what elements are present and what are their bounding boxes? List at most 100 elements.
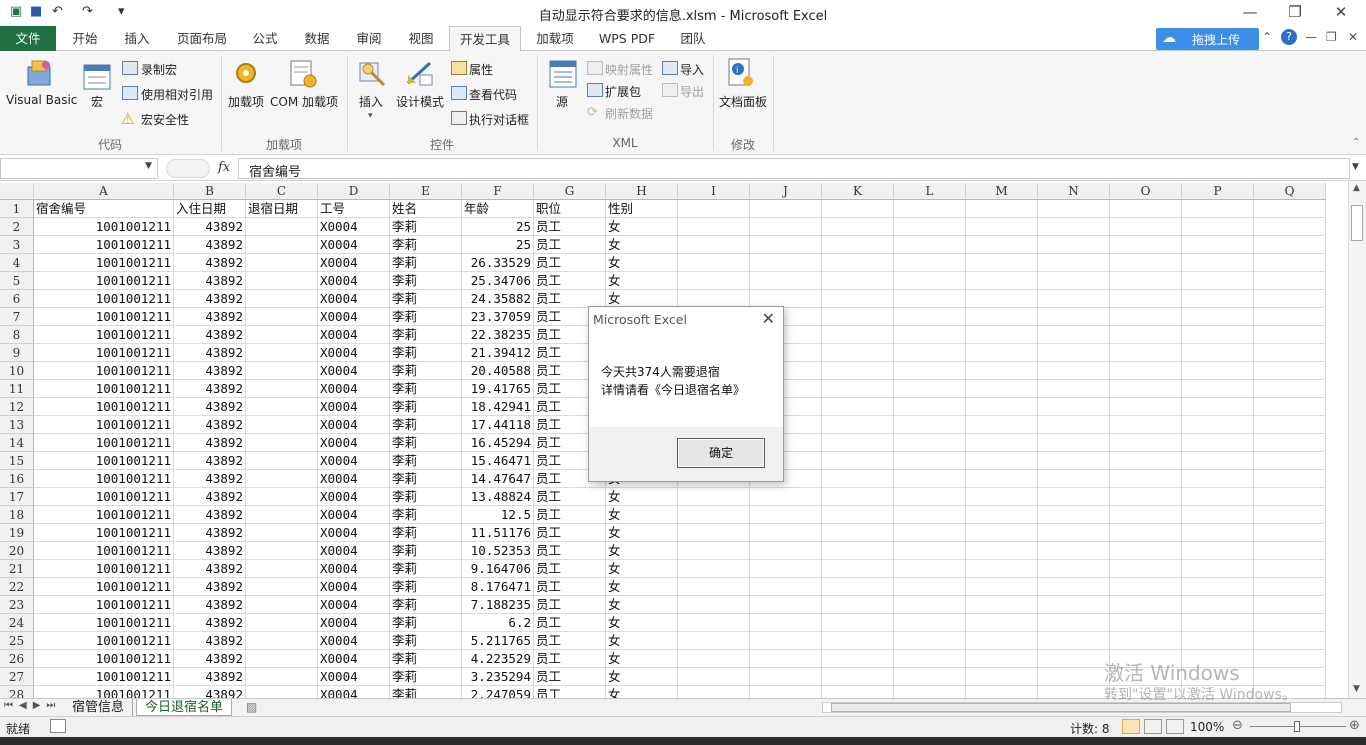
macro-security-button[interactable]: 宏安全性 — [141, 111, 189, 128]
table-cell[interactable] — [750, 488, 822, 506]
row-header[interactable]: 18 — [0, 506, 34, 524]
table-cell[interactable] — [246, 668, 318, 686]
table-cell[interactable]: X0004 — [318, 650, 390, 668]
table-cell[interactable] — [1254, 308, 1326, 326]
table-cell[interactable] — [1110, 506, 1182, 524]
table-cell[interactable] — [1182, 632, 1254, 650]
row-header[interactable]: 4 — [0, 254, 34, 272]
table-cell[interactable]: 李莉 — [390, 614, 462, 632]
table-cell[interactable] — [1182, 614, 1254, 632]
header-cell[interactable]: 性别 — [606, 200, 678, 218]
table-cell[interactable] — [966, 542, 1038, 560]
insert-control-button[interactable]: 插入 — [359, 93, 383, 110]
table-cell[interactable] — [246, 290, 318, 308]
table-cell[interactable]: 李莉 — [390, 452, 462, 470]
table-cell[interactable] — [894, 254, 966, 272]
table-cell[interactable]: 1001001211 — [34, 542, 174, 560]
design-mode-button[interactable]: 设计模式 — [396, 93, 444, 110]
view-code-button[interactable]: 查看代码 — [469, 86, 517, 103]
table-cell[interactable] — [750, 578, 822, 596]
table-cell[interactable] — [678, 614, 750, 632]
table-cell[interactable]: 11.51176 — [462, 524, 534, 542]
table-cell[interactable]: 李莉 — [390, 326, 462, 344]
header-cell[interactable] — [750, 200, 822, 218]
table-cell[interactable] — [750, 668, 822, 686]
tab-view[interactable]: 视图 — [396, 26, 446, 51]
com-addins-button[interactable]: COM 加载项 — [270, 93, 338, 110]
table-cell[interactable] — [246, 560, 318, 578]
table-cell[interactable]: 女 — [606, 272, 678, 290]
table-cell[interactable] — [1038, 578, 1110, 596]
table-cell[interactable] — [750, 254, 822, 272]
table-cell[interactable]: 女 — [606, 560, 678, 578]
table-cell[interactable] — [1182, 218, 1254, 236]
table-cell[interactable]: 李莉 — [390, 668, 462, 686]
header-cell[interactable]: 入住日期 — [174, 200, 246, 218]
table-cell[interactable] — [894, 470, 966, 488]
table-cell[interactable]: 24.35882 — [462, 290, 534, 308]
table-cell[interactable] — [1038, 614, 1110, 632]
table-cell[interactable] — [750, 218, 822, 236]
table-cell[interactable] — [822, 344, 894, 362]
table-cell[interactable] — [750, 542, 822, 560]
table-cell[interactable] — [1182, 452, 1254, 470]
table-cell[interactable]: 1001001211 — [34, 308, 174, 326]
column-header[interactable]: P — [1182, 183, 1254, 200]
table-cell[interactable] — [822, 218, 894, 236]
table-cell[interactable]: 李莉 — [390, 470, 462, 488]
table-cell[interactable] — [966, 452, 1038, 470]
table-cell[interactable]: 10.52353 — [462, 542, 534, 560]
table-cell[interactable] — [1038, 380, 1110, 398]
table-cell[interactable] — [966, 596, 1038, 614]
table-cell[interactable]: X0004 — [318, 470, 390, 488]
table-cell[interactable] — [1038, 416, 1110, 434]
table-cell[interactable]: 李莉 — [390, 254, 462, 272]
table-cell[interactable]: 43892 — [174, 524, 246, 542]
table-cell[interactable] — [246, 596, 318, 614]
table-cell[interactable] — [894, 272, 966, 290]
table-cell[interactable]: X0004 — [318, 668, 390, 686]
row-header[interactable]: 22 — [0, 578, 34, 596]
table-cell[interactable]: 43892 — [174, 668, 246, 686]
table-cell[interactable] — [750, 596, 822, 614]
table-cell[interactable] — [1038, 668, 1110, 686]
table-cell[interactable] — [1038, 434, 1110, 452]
table-cell[interactable] — [1182, 272, 1254, 290]
table-cell[interactable]: 员工 — [534, 506, 606, 524]
table-cell[interactable] — [966, 668, 1038, 686]
table-cell[interactable] — [894, 218, 966, 236]
table-cell[interactable]: 员工 — [534, 524, 606, 542]
table-cell[interactable] — [822, 236, 894, 254]
table-cell[interactable]: 1001001211 — [34, 632, 174, 650]
table-cell[interactable] — [1110, 596, 1182, 614]
table-cell[interactable] — [1254, 290, 1326, 308]
help-icon[interactable]: ? — [1281, 29, 1297, 45]
table-cell[interactable]: 43892 — [174, 470, 246, 488]
table-cell[interactable]: 1001001211 — [34, 290, 174, 308]
page-layout-view-icon[interactable] — [1144, 719, 1162, 734]
table-cell[interactable] — [1254, 380, 1326, 398]
table-cell[interactable] — [822, 308, 894, 326]
table-cell[interactable]: 43892 — [174, 362, 246, 380]
table-cell[interactable] — [246, 434, 318, 452]
table-cell[interactable]: 1001001211 — [34, 650, 174, 668]
table-cell[interactable]: 李莉 — [390, 686, 462, 698]
table-cell[interactable]: 李莉 — [390, 380, 462, 398]
table-cell[interactable] — [1038, 290, 1110, 308]
table-cell[interactable] — [246, 254, 318, 272]
table-cell[interactable]: 女 — [606, 524, 678, 542]
table-cell[interactable] — [678, 560, 750, 578]
table-cell[interactable] — [678, 542, 750, 560]
table-cell[interactable] — [1038, 686, 1110, 698]
table-cell[interactable]: 女 — [606, 596, 678, 614]
table-cell[interactable] — [1254, 632, 1326, 650]
table-cell[interactable] — [1254, 452, 1326, 470]
table-cell[interactable] — [1110, 380, 1182, 398]
table-cell[interactable] — [822, 416, 894, 434]
table-cell[interactable] — [246, 398, 318, 416]
table-cell[interactable]: X0004 — [318, 362, 390, 380]
workbook-minimize-icon[interactable]: — — [1305, 30, 1317, 44]
table-cell[interactable]: 李莉 — [390, 560, 462, 578]
table-cell[interactable]: 1001001211 — [34, 380, 174, 398]
table-cell[interactable]: 员工 — [534, 254, 606, 272]
